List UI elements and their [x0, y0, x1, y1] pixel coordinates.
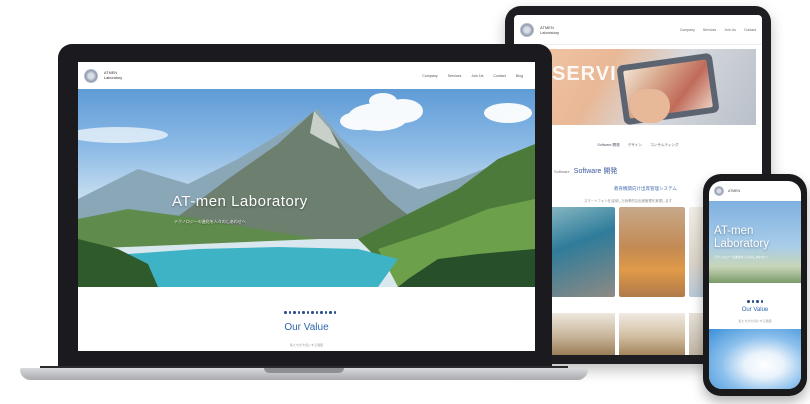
device-mockup-scene: ATMEN Laboratory Company Services Join U… — [0, 0, 810, 404]
hand-photo — [630, 89, 670, 123]
hero-landscape-image: AT-men Laboratory テクノロジーの進化を人々のしあわせへ — [78, 89, 535, 287]
brand-line-2: Laboratory — [540, 29, 560, 35]
brand-name: ATMEN — [728, 189, 740, 193]
nav-item-services[interactable]: Services — [703, 28, 716, 32]
brand-name: ATMEN Laboratory — [540, 25, 559, 35]
section-subtitle: 私たちが大切にする価値 — [289, 343, 324, 347]
section-small-label: Software — [554, 168, 570, 174]
phone-screen: ATMEN AT-men Laboratory テクノロジーの進化を人々のしあわ… — [709, 181, 801, 389]
product-image-5[interactable] — [618, 313, 686, 355]
nav-item-join-us[interactable]: Join Us — [471, 74, 483, 78]
section-dots-divider — [284, 311, 336, 314]
tab-software[interactable]: Software 開発 — [597, 143, 619, 148]
nav-item-contact[interactable]: Contact — [744, 28, 756, 32]
nav-item-join-us[interactable]: Join Us — [724, 28, 736, 32]
laptop-menu: Company Services Join Us Contact Blog — [422, 74, 523, 78]
brand-name: ATMEN Laboratory — [104, 71, 122, 81]
phone-dots-divider — [747, 300, 763, 303]
product-image-4[interactable] — [548, 313, 615, 355]
logo-icon[interactable] — [520, 22, 534, 37]
hero-tagline: テクノロジーの進化を人々のしあわせへ — [174, 219, 246, 224]
tab-design[interactable]: デザイン — [628, 143, 642, 148]
nav-item-contact[interactable]: Contact — [493, 74, 505, 78]
section-title-our-value: Our Value — [284, 322, 329, 333]
nav-item-company[interactable]: Company — [680, 28, 695, 32]
phone-section-subtitle: 私たちが大切にする価値 — [738, 319, 772, 323]
mountain-lake-illustration — [78, 93, 535, 287]
laptop-screen: ATMEN Laboratory Company Services Join U… — [78, 62, 535, 351]
phone-title-line-1: AT-men — [714, 225, 754, 237]
laptop-notch — [264, 368, 344, 373]
nav-item-blog[interactable]: Blog — [516, 74, 523, 78]
hero-title: AT-men Laboratory — [172, 193, 308, 210]
nav-item-services[interactable]: Services — [448, 74, 462, 78]
services-hero-image: SERVICES — [520, 49, 756, 125]
tablet-menu: Company Services Join Us Contact — [680, 28, 756, 32]
phone-hero-title: AT-men Laboratory — [714, 225, 769, 251]
logo-icon[interactable] — [714, 186, 724, 196]
phone-hero-tagline: テクノロジーの進化を人々のしあわせへ — [714, 255, 768, 259]
section-title: Software 開発 — [573, 168, 618, 175]
phone-device: ATMEN AT-men Laboratory テクノロジーの進化を人々のしあわ… — [703, 174, 807, 396]
logo-icon[interactable] — [84, 68, 98, 83]
tablet-navbar: ATMEN Laboratory Company Services Join U… — [514, 15, 762, 45]
product-image-1[interactable] — [548, 207, 615, 297]
tab-consulting[interactable]: コンサルティング — [650, 143, 679, 148]
phone-section-title: Our Value — [741, 307, 769, 313]
phone-sky-image — [709, 329, 801, 389]
laptop-navbar: ATMEN Laboratory Company Services Join U… — [78, 62, 535, 89]
brand-line-2: Laboratory — [104, 75, 123, 80]
phone-title-line-2: Laboratory — [714, 238, 769, 250]
phone-navbar: ATMEN — [709, 181, 801, 201]
product-image-2[interactable] — [618, 207, 686, 297]
nav-item-company[interactable]: Company — [422, 74, 437, 78]
